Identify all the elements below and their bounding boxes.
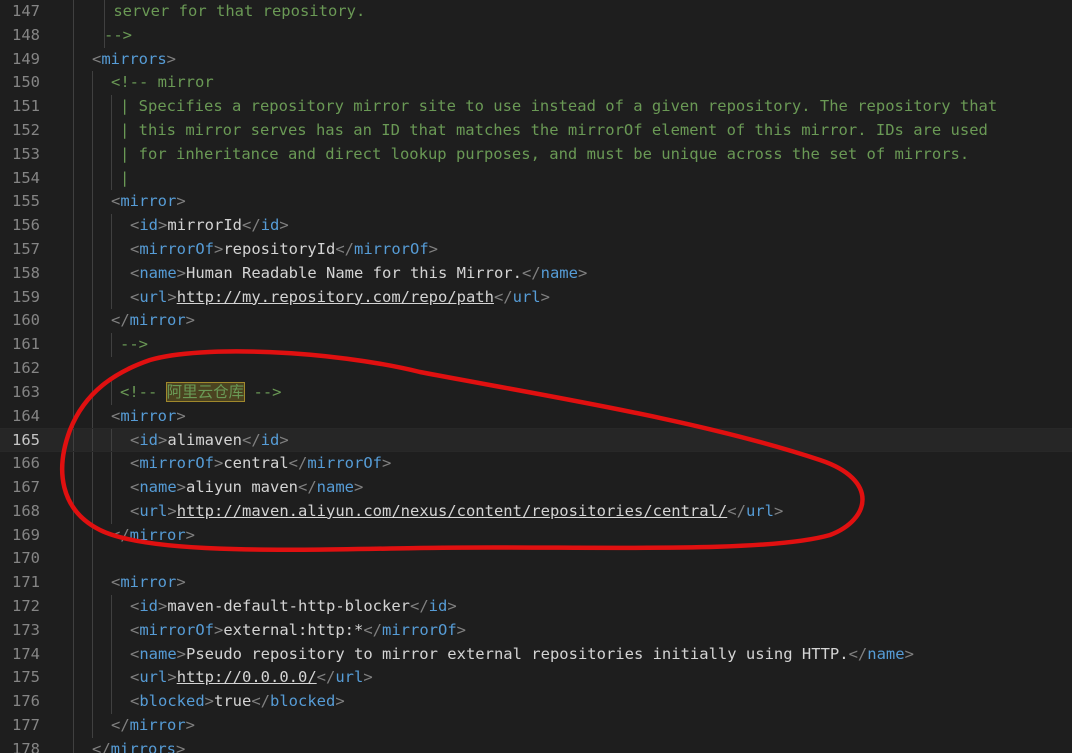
code-line[interactable]: 152 | this mirror serves has an ID that …	[0, 118, 1072, 143]
xml-tag: <mirror>	[111, 406, 186, 425]
line-number: 147	[12, 2, 40, 20]
line-number: 172	[12, 596, 40, 615]
line-number: 175	[12, 668, 40, 687]
line-number: 174	[12, 644, 40, 663]
code-line[interactable]: 169 </mirror>	[0, 523, 1072, 548]
code-line[interactable]: 149 <mirrors>	[0, 47, 1072, 72]
code-line[interactable]: 161 -->	[0, 333, 1072, 357]
code-line[interactable]: 157 <mirrorOf>repositoryId</mirrorOf>	[0, 237, 1072, 262]
line-number: 157	[12, 239, 40, 258]
line-number: 159	[12, 287, 40, 306]
line-number: 158	[12, 263, 40, 282]
code-line[interactable]: 176 <blocked>true</blocked>	[0, 690, 1072, 714]
line-number: 156	[12, 216, 40, 235]
line-number: 163	[12, 382, 40, 401]
xml-element: <blocked>true</blocked>	[130, 692, 345, 711]
code-line[interactable]: 148 -->	[0, 23, 1072, 48]
code-line[interactable]: 174 <name>Pseudo repository to mirror ex…	[0, 642, 1072, 667]
code-line[interactable]: 173 <mirrorOf>external:http:*</mirrorOf>	[0, 618, 1072, 643]
code-line[interactable]: 153 | for inheritance and direct lookup …	[0, 142, 1072, 167]
code-line[interactable]: 172 <id>maven-default-http-blocker</id>	[0, 594, 1072, 619]
xml-tag: </mirror>	[111, 525, 196, 544]
xml-element: <url>http://maven.aliyun.com/nexus/conte…	[130, 501, 784, 520]
xml-tag: </mirrors>	[92, 739, 186, 753]
comment-text: server for that repository.	[104, 2, 366, 20]
line-number: 161	[12, 335, 40, 354]
code-line[interactable]: 150 <!-- mirror	[0, 71, 1072, 96]
xml-element: <mirrorOf>central</mirrorOf>	[130, 454, 392, 473]
xml-element: <id>alimaven</id>	[130, 431, 289, 450]
comment-text: | this mirror serves has an ID that matc…	[120, 120, 988, 139]
xml-element: <url>http://0.0.0.0/</url>	[130, 668, 373, 687]
line-number: 150	[12, 73, 40, 92]
code-editor[interactable]: 147 server for that repository. 148 --> …	[0, 0, 1072, 753]
code-line[interactable]: 168 <url>http://maven.aliyun.com/nexus/c…	[0, 499, 1072, 524]
line-number: 171	[12, 573, 40, 592]
code-line-current[interactable]: 165 <id>alimaven</id>	[0, 428, 1072, 453]
xml-tag: </mirror>	[111, 715, 196, 734]
line-number: 155	[12, 192, 40, 211]
line-number: 151	[12, 97, 40, 116]
line-number: 153	[12, 144, 40, 163]
comment-text: -->	[120, 335, 148, 354]
code-line[interactable]: 147 server for that repository.	[0, 0, 1072, 24]
code-line[interactable]: 155 <mirror>	[0, 190, 1072, 215]
line-number: 168	[12, 501, 40, 520]
xml-element: <id>mirrorId</id>	[130, 216, 289, 235]
xml-element: <name>Human Readable Name for this Mirro…	[130, 263, 588, 282]
xml-element: <url>http://my.repository.com/repo/path<…	[130, 287, 550, 306]
xml-element: <mirrorOf>external:http:*</mirrorOf>	[130, 620, 466, 639]
xml-tag: <mirrors>	[92, 49, 177, 68]
line-number: 152	[12, 120, 40, 139]
code-line[interactable]: 164 <mirror>	[0, 404, 1072, 429]
line-number: 162	[12, 358, 40, 377]
comment-text: -->	[104, 25, 132, 44]
code-line[interactable]: 167 <name>aliyun maven</name>	[0, 475, 1072, 500]
line-number: 166	[12, 454, 40, 473]
line-number: 167	[12, 477, 40, 496]
line-number: 154	[12, 168, 40, 187]
xml-tag: </mirror>	[111, 311, 196, 330]
code-line[interactable]: 159 <url>http://my.repository.com/repo/p…	[0, 285, 1072, 310]
line-number: 165	[12, 431, 40, 450]
line-number: 164	[12, 406, 40, 425]
code-line[interactable]: 158 <name>Human Readable Name for this M…	[0, 261, 1072, 286]
line-number: 177	[12, 715, 40, 734]
comment-text: |	[120, 168, 130, 187]
code-line[interactable]: 175 <url>http://0.0.0.0/</url>	[0, 666, 1072, 691]
code-line[interactable]: 166 <mirrorOf>central</mirrorOf>	[0, 452, 1072, 476]
xml-element: <id>maven-default-http-blocker</id>	[130, 596, 457, 615]
code-line[interactable]: 156 <id>mirrorId</id>	[0, 214, 1072, 238]
code-line[interactable]: 171 <mirror>	[0, 571, 1072, 595]
line-number: 176	[12, 692, 40, 711]
line-number: 169	[12, 525, 40, 544]
comment-text: | for inheritance and direct lookup purp…	[120, 144, 970, 163]
comment-text: <!-- 阿里云仓库 -->	[120, 381, 282, 402]
line-number: 178	[12, 739, 40, 753]
comment-text: <!-- mirror	[111, 73, 214, 92]
xml-tag: <mirror>	[111, 192, 186, 211]
xml-element: <name>Pseudo repository to mirror extern…	[130, 644, 914, 663]
code-line[interactable]: 154 |	[0, 166, 1072, 191]
xml-element: <name>aliyun maven</name>	[130, 477, 364, 496]
code-line[interactable]: 177 </mirror>	[0, 713, 1072, 738]
code-line[interactable]: 160 </mirror>	[0, 309, 1072, 334]
code-line[interactable]: 170	[0, 547, 1072, 572]
xml-element: <mirrorOf>repositoryId</mirrorOf>	[130, 239, 438, 258]
code-line[interactable]: 178 </mirrors>	[0, 737, 1072, 753]
line-number: 149	[12, 49, 40, 68]
line-number: 173	[12, 620, 40, 639]
line-number: 170	[12, 549, 40, 568]
code-line[interactable]: 162	[0, 356, 1072, 381]
line-number: 160	[12, 311, 40, 330]
code-line[interactable]: 163 <!-- 阿里云仓库 -->	[0, 380, 1072, 405]
xml-tag: <mirror>	[111, 573, 186, 592]
line-number: 148	[12, 25, 40, 44]
comment-text: | Specifies a repository mirror site to …	[120, 97, 998, 116]
code-line[interactable]: 151 | Specifies a repository mirror site…	[0, 95, 1072, 119]
